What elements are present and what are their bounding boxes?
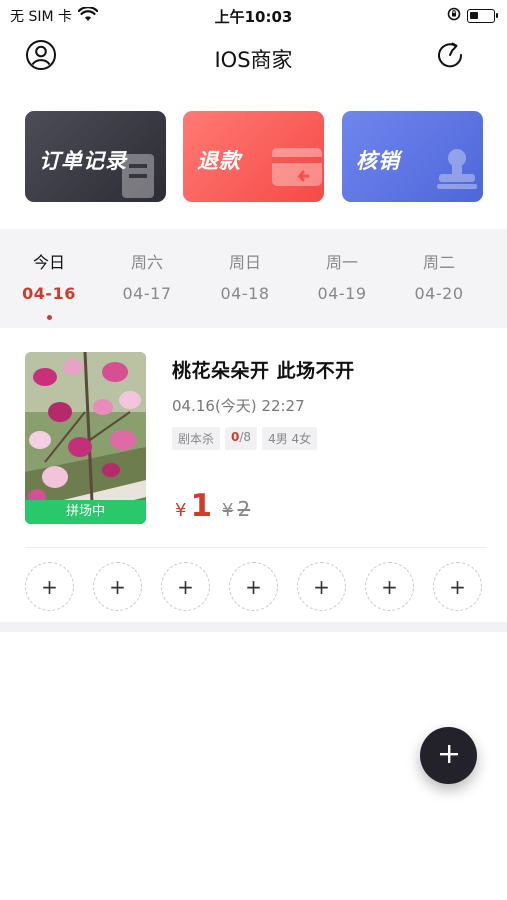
- battery-icon: [467, 8, 498, 23]
- card-return-icon: [270, 144, 324, 194]
- tag-type: 剧本杀: [172, 427, 221, 450]
- tab-sunday[interactable]: 周日 04-18: [196, 229, 294, 328]
- add-seat-button[interactable]: +: [93, 562, 142, 611]
- seat-slots: + + + + + + +: [25, 562, 485, 612]
- action-cards: 订单记录 退款 核销: [25, 111, 483, 202]
- tab-monday[interactable]: 周一 04-19: [293, 229, 391, 328]
- add-seat-button[interactable]: +: [365, 562, 414, 611]
- tab-tuesday[interactable]: 周二 04-20: [390, 229, 488, 328]
- page-title: IOS商家: [214, 48, 293, 72]
- magnolia-image: [25, 352, 146, 524]
- add-event-button[interactable]: [420, 727, 477, 784]
- add-seat-button[interactable]: +: [433, 562, 482, 611]
- original-price-symbol: ¥: [222, 500, 234, 521]
- refund-label: 退款: [197, 149, 241, 173]
- tag-participants: 0/8: [225, 427, 258, 450]
- event-card[interactable]: 拼场中 桃花朵朵开 此场不开 04.16(今天) 22:27 剧本杀 0/8 4…: [25, 352, 487, 527]
- original-price: 2: [237, 497, 251, 521]
- tab-saturday[interactable]: 周六 04-17: [98, 229, 196, 328]
- tab-today[interactable]: 今日 04-16: [0, 229, 98, 328]
- battery-level: [470, 11, 478, 19]
- stamp-icon: [433, 144, 481, 196]
- add-seat-button[interactable]: +: [161, 562, 210, 611]
- section-separator: [0, 622, 507, 632]
- order-records-label: 订单记录: [39, 149, 127, 173]
- add-seat-button[interactable]: +: [297, 562, 346, 611]
- day-name: 周日: [228, 253, 261, 272]
- plus-icon: [438, 743, 460, 769]
- price-symbol: ¥: [175, 500, 187, 521]
- status-bar: 无 SIM 卡 上午10:03: [0, 0, 507, 30]
- refresh-icon: [435, 40, 465, 74]
- day-date: 04-16: [22, 284, 76, 303]
- day-name: 今日: [32, 253, 65, 272]
- status-badge: 拼场中: [25, 500, 146, 524]
- add-seat-button[interactable]: +: [25, 562, 74, 611]
- day-name: 周一: [325, 253, 358, 272]
- status-right: [447, 6, 498, 25]
- day-name: 周二: [422, 253, 455, 272]
- verify-label: 核销: [356, 149, 400, 173]
- refund-card[interactable]: 退款: [183, 111, 324, 202]
- add-seat-button[interactable]: +: [229, 562, 278, 611]
- event-tags: 剧本杀 0/8 4男 4女: [172, 427, 318, 450]
- orientation-lock-icon: [447, 6, 461, 25]
- receipt-icon: [118, 150, 158, 202]
- event-thumbnail: 拼场中: [25, 352, 146, 524]
- day-date: 04-17: [122, 284, 172, 303]
- verify-card[interactable]: 核销: [342, 111, 483, 202]
- order-records-card[interactable]: 订单记录: [25, 111, 166, 202]
- event-title: 桃花朵朵开 此场不开: [172, 360, 355, 382]
- event-price: ¥ 1 ¥ 2: [175, 488, 250, 524]
- day-tabs: 今日 04-16 周六 04-17 周日 04-18 周一 04-19 周二 0…: [0, 229, 507, 328]
- price-value: 1: [190, 488, 213, 524]
- day-date: 04-18: [220, 284, 270, 303]
- event-time: 04.16(今天) 22:27: [172, 397, 305, 415]
- day-name: 周六: [130, 253, 163, 272]
- nav-bar: IOS商家: [0, 36, 507, 80]
- refresh-button[interactable]: [433, 40, 467, 74]
- tag-gender: 4男 4女: [262, 427, 318, 450]
- day-date: 04-20: [414, 284, 464, 303]
- status-time: 上午10:03: [214, 8, 293, 26]
- divider: [25, 547, 487, 548]
- day-date: 04-19: [317, 284, 367, 303]
- capacity: /8: [239, 430, 252, 444]
- active-indicator: [47, 315, 52, 320]
